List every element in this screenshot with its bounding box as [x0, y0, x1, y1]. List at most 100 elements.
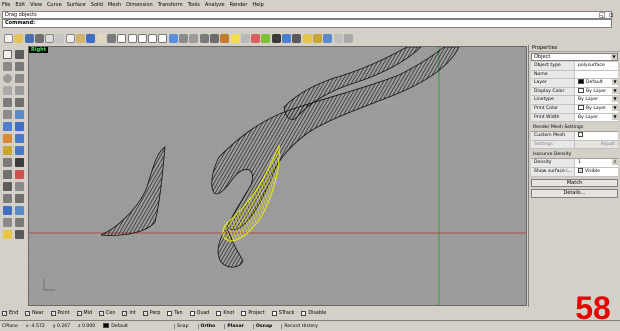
osnap-end[interactable]: ✓ End — [2, 311, 18, 316]
rotate-icon[interactable] — [15, 194, 24, 203]
zoom-all-icon[interactable] — [158, 33, 168, 43]
array-icon[interactable] — [3, 218, 12, 227]
status-layer[interactable]: Default — [101, 323, 128, 329]
osnap-mid[interactable]: ✓ Mid — [76, 311, 92, 316]
wireframe-sphere-icon[interactable] — [271, 33, 281, 43]
grid-icon[interactable] — [189, 33, 199, 43]
curve-icon[interactable] — [3, 98, 12, 107]
offset-icon[interactable] — [3, 110, 12, 119]
line-icon[interactable] — [3, 62, 12, 71]
new-file-icon[interactable] — [4, 33, 13, 43]
analyze-icon[interactable] — [15, 230, 24, 239]
chevron-down-icon[interactable]: ▼ — [612, 96, 618, 103]
menu-tools[interactable]: Tools — [188, 2, 200, 8]
match-button[interactable]: Match — [531, 178, 618, 188]
move-icon[interactable] — [15, 182, 24, 191]
chevron-down-icon[interactable]: ▼ — [612, 79, 618, 86]
checkbox-icon[interactable] — [216, 311, 222, 316]
save-icon[interactable] — [24, 33, 34, 43]
zoom-extents-icon[interactable] — [137, 33, 147, 43]
cplane-icon[interactable] — [179, 33, 189, 43]
properties-page-select[interactable]: Object ▼ — [531, 53, 618, 61]
menu-mesh[interactable]: Mesh — [108, 2, 121, 8]
hide-icon[interactable] — [209, 33, 219, 43]
menu-edit[interactable]: Edit — [15, 2, 25, 8]
planar-toggle[interactable]: Planar — [224, 323, 247, 329]
sphere-icon[interactable] — [15, 134, 24, 143]
osnap-project[interactable]: Project — [241, 311, 265, 316]
four-views-icon[interactable] — [168, 33, 178, 43]
osnap-near[interactable]: ✓ Near — [25, 311, 44, 316]
split-icon[interactable] — [3, 158, 12, 167]
rectangle-icon[interactable] — [3, 86, 12, 95]
render-icon[interactable] — [302, 33, 312, 43]
viewport-title[interactable]: Right — [29, 47, 49, 53]
minimize-window-icon[interactable]: ◱ — [599, 11, 606, 19]
pan-hand-icon[interactable] — [96, 33, 106, 43]
circle-icon[interactable] — [3, 74, 12, 83]
name-field[interactable] — [575, 70, 618, 79]
osnap-toggle[interactable]: Osnap — [253, 323, 275, 329]
stepper-arrows-icon[interactable]: ⇕ — [612, 159, 618, 166]
chevron-down-icon[interactable]: ▼ — [612, 113, 618, 120]
rendered-sphere-icon[interactable] — [292, 33, 302, 43]
zoom-icon[interactable] — [117, 33, 127, 43]
checkbox-checked-icon[interactable]: ✓ — [122, 311, 128, 316]
checkbox-icon[interactable] — [301, 311, 307, 316]
help-icon[interactable] — [343, 33, 353, 43]
checkbox-checked-icon[interactable]: ✓ — [2, 311, 7, 316]
menu-view[interactable]: View — [30, 2, 42, 8]
checkbox-icon[interactable] — [167, 311, 173, 316]
menu-analyze[interactable]: Analyze — [205, 2, 225, 8]
ortho-toggle[interactable]: Ortho — [197, 323, 219, 329]
dimension-icon[interactable] — [15, 218, 24, 227]
custom-mesh-checkbox[interactable] — [578, 132, 583, 138]
point-icon[interactable] — [15, 50, 24, 59]
print-width-select[interactable]: By Layer ▼ — [575, 113, 618, 122]
osnap-int[interactable]: ✓ Int — [122, 311, 136, 316]
osnap-disable[interactable]: Disable — [301, 311, 326, 316]
checkbox-checked-icon[interactable]: ✓ — [50, 311, 56, 316]
linetype-select[interactable]: By Layer ▼ — [575, 96, 618, 104]
group-icon[interactable] — [3, 182, 12, 191]
display-color-select[interactable]: By Layer ▼ — [575, 87, 618, 96]
select-arrow-icon[interactable] — [3, 50, 12, 59]
copy-icon[interactable] — [65, 33, 75, 43]
menu-dimension[interactable]: Dimension — [126, 2, 153, 8]
record-history-toggle[interactable]: Record History — [281, 323, 321, 329]
loft-icon[interactable] — [15, 122, 24, 131]
rotate-view-icon[interactable] — [106, 33, 116, 43]
osnap-strack[interactable]: STrack — [271, 311, 294, 316]
surface-icon[interactable] — [15, 110, 24, 119]
density-stepper[interactable]: 1 ⇕ — [575, 159, 618, 167]
checkbox-checked-icon[interactable]: ✓ — [76, 311, 82, 316]
properties-icon[interactable] — [240, 33, 250, 43]
visible-checkbox[interactable]: ✓ — [578, 167, 583, 173]
extrude-icon[interactable] — [3, 122, 12, 131]
restore-window-icon[interactable]: ▫ — [609, 11, 614, 19]
menu-render[interactable]: Render — [230, 2, 248, 8]
menu-curve[interactable]: Curve — [47, 2, 62, 8]
environment-icon[interactable] — [323, 33, 333, 43]
open-folder-icon[interactable] — [14, 33, 24, 43]
polygon-icon[interactable] — [15, 86, 24, 95]
checkbox-checked-icon[interactable]: ✓ — [142, 311, 148, 316]
checkbox-checked-icon[interactable]: ✓ — [25, 311, 31, 316]
mirror-icon[interactable] — [15, 206, 24, 215]
material-icon[interactable] — [312, 33, 322, 43]
polyline-icon[interactable] — [15, 62, 24, 71]
chevron-down-icon[interactable]: ▼ — [612, 104, 618, 111]
menu-surface[interactable]: Surface — [67, 2, 86, 8]
checkbox-checked-icon[interactable]: ✓ — [99, 311, 105, 316]
arc-icon[interactable] — [15, 74, 24, 83]
box-icon[interactable] — [3, 134, 12, 143]
chevron-down-icon[interactable]: ▼ — [611, 54, 617, 60]
osnap-perp[interactable]: ✓ Perp — [142, 311, 160, 316]
trim-icon[interactable] — [15, 158, 24, 167]
checkbox-icon[interactable] — [241, 311, 247, 316]
fillet-icon[interactable] — [15, 98, 24, 107]
menu-file[interactable]: File — [2, 2, 10, 8]
viewport-right[interactable]: Right — [28, 46, 527, 306]
text-icon[interactable] — [3, 230, 12, 239]
osnap-point[interactable]: ✓ Point — [50, 311, 70, 316]
